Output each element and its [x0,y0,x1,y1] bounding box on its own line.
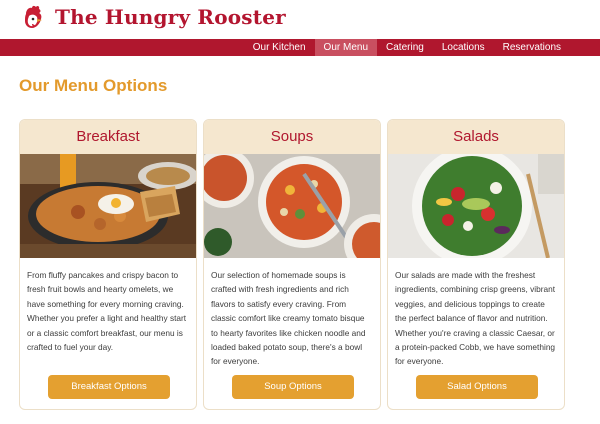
nav-item-locations[interactable]: Locations [433,39,494,56]
menu-card-salads: Salads Our salads are made with the fres… [387,119,565,410]
site-logo-text[interactable]: The Hungry Rooster [55,5,286,29]
main-nav: Our Kitchen Our Menu Catering Locations … [0,39,600,56]
nav-item-reservations[interactable]: Reservations [494,39,570,56]
soup-bowls-image [204,154,380,258]
nav-item-our-kitchen[interactable]: Our Kitchen [244,39,315,56]
card-description: From fluffy pancakes and crispy bacon to… [27,270,187,353]
card-description: Our salads are made with the freshest in… [395,270,556,367]
salad-bowl-image [388,154,564,258]
card-title: Breakfast [20,120,196,154]
card-title: Soups [204,120,380,154]
soup-options-button[interactable]: Soup Options [232,375,354,399]
nav-item-our-menu[interactable]: Our Menu [314,39,378,56]
salad-options-button[interactable]: Salad Options [416,375,538,399]
menu-card-soups: Soups Our selection of homemade soups is… [203,119,381,410]
breakfast-plate-image [20,154,196,258]
breakfast-options-button[interactable]: Breakfast Options [48,375,170,399]
nav-item-catering[interactable]: Catering [377,39,433,56]
card-description: Our selection of homemade soups is craft… [211,270,366,367]
site-header: The Hungry Rooster [0,0,600,39]
rooster-icon[interactable] [20,4,50,34]
menu-card-breakfast: Breakfast From fluffy pancakes and crisp… [19,119,197,410]
page-title: Our Menu Options [19,76,168,95]
card-title: Salads [388,120,564,154]
